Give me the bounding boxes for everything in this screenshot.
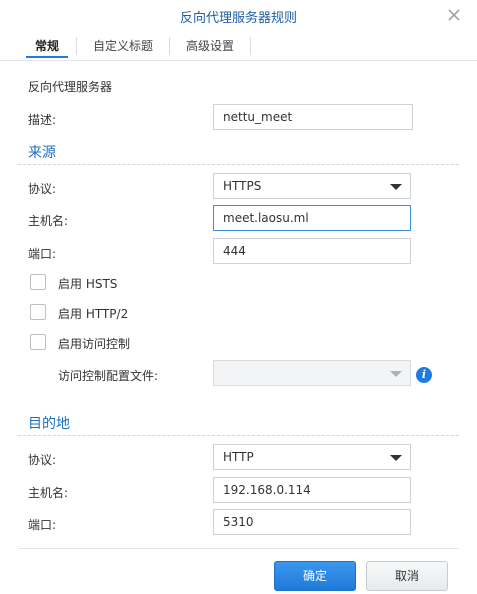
dialog-title: 反向代理服务器规则 [179,11,297,26]
source-port-label: 端口: [28,247,57,261]
source-hostname-input[interactable]: meet.laosu.ml [213,205,411,231]
dest-hostname-input[interactable]: 192.168.0.114 [213,477,411,503]
hsts-label: 启用 HSTS [58,277,118,291]
dest-protocol-value: HTTP [223,450,254,464]
access-control-label: 启用访问控制 [58,337,131,351]
source-protocol-select[interactable]: HTTPS [213,173,411,199]
source-protocol-label: 协议: [28,182,57,196]
tab-general[interactable]: 常规 [18,33,76,60]
dest-port-label: 端口: [28,518,57,532]
footer-divider [18,548,459,549]
cancel-button[interactable]: 取消 [366,561,448,591]
dest-hostname-label: 主机名: [28,486,69,500]
source-hostname-label: 主机名: [28,214,69,228]
chevron-down-icon [390,184,402,190]
tab-advanced[interactable]: 高级设置 [170,33,250,60]
http2-checkbox[interactable] [30,304,46,320]
description-input[interactable]: nettu_meet [213,104,413,130]
source-protocol-value: HTTPS [223,179,262,193]
description-label: 描述: [28,113,57,127]
access-control-checkbox[interactable] [30,334,46,350]
chevron-down-icon [390,455,402,461]
close-icon[interactable] [446,7,462,23]
hsts-checkbox[interactable] [30,274,46,290]
destination-divider [18,435,459,436]
access-profile-select[interactable] [213,360,411,386]
dest-port-input[interactable]: 5310 [213,509,411,535]
source-divider [18,164,459,165]
chevron-down-icon [390,371,402,377]
source-heading: 来源 [28,145,56,161]
tab-custom-headers[interactable]: 自定义标题 [77,33,169,60]
tab-underline [0,60,477,61]
dest-protocol-select[interactable]: HTTP [213,444,411,470]
general-heading: 反向代理服务器 [28,80,113,94]
info-icon[interactable]: i [416,367,432,383]
access-profile-label: 访问控制配置文件: [58,369,159,383]
tab-divider [250,37,251,55]
ok-button[interactable]: 确定 [274,561,356,591]
destination-heading: 目的地 [28,416,70,432]
dest-protocol-label: 协议: [28,453,57,467]
http2-label: 启用 HTTP/2 [58,307,129,321]
source-port-input[interactable]: 444 [213,238,411,264]
